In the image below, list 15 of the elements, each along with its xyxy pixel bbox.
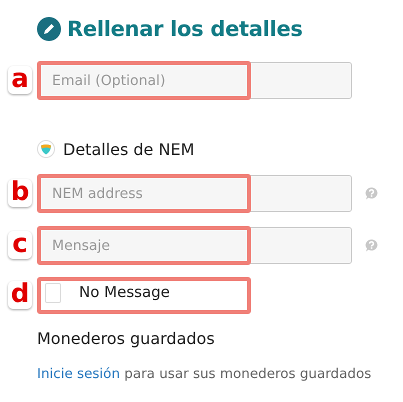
section-title: Monederos guardados xyxy=(37,329,216,348)
help-icon[interactable] xyxy=(365,187,378,200)
shield-icon xyxy=(37,140,55,158)
section-title: Rellenar los detalles xyxy=(67,17,303,41)
login-hint: Inicie sesión para usar sus monederos guardados xyxy=(37,366,372,382)
checkbox-label: No Message xyxy=(79,283,170,301)
callout-label: c xyxy=(8,230,32,258)
login-link[interactable]: Inicie sesión xyxy=(37,366,120,382)
callout-label: d xyxy=(8,280,32,308)
pencil-icon xyxy=(37,17,61,41)
checkbox[interactable] xyxy=(45,283,61,303)
help-icon[interactable] xyxy=(365,239,378,252)
section-title: Detalles de NEM xyxy=(63,140,194,158)
callout-label: a xyxy=(8,66,32,94)
callout-label: b xyxy=(8,178,32,206)
